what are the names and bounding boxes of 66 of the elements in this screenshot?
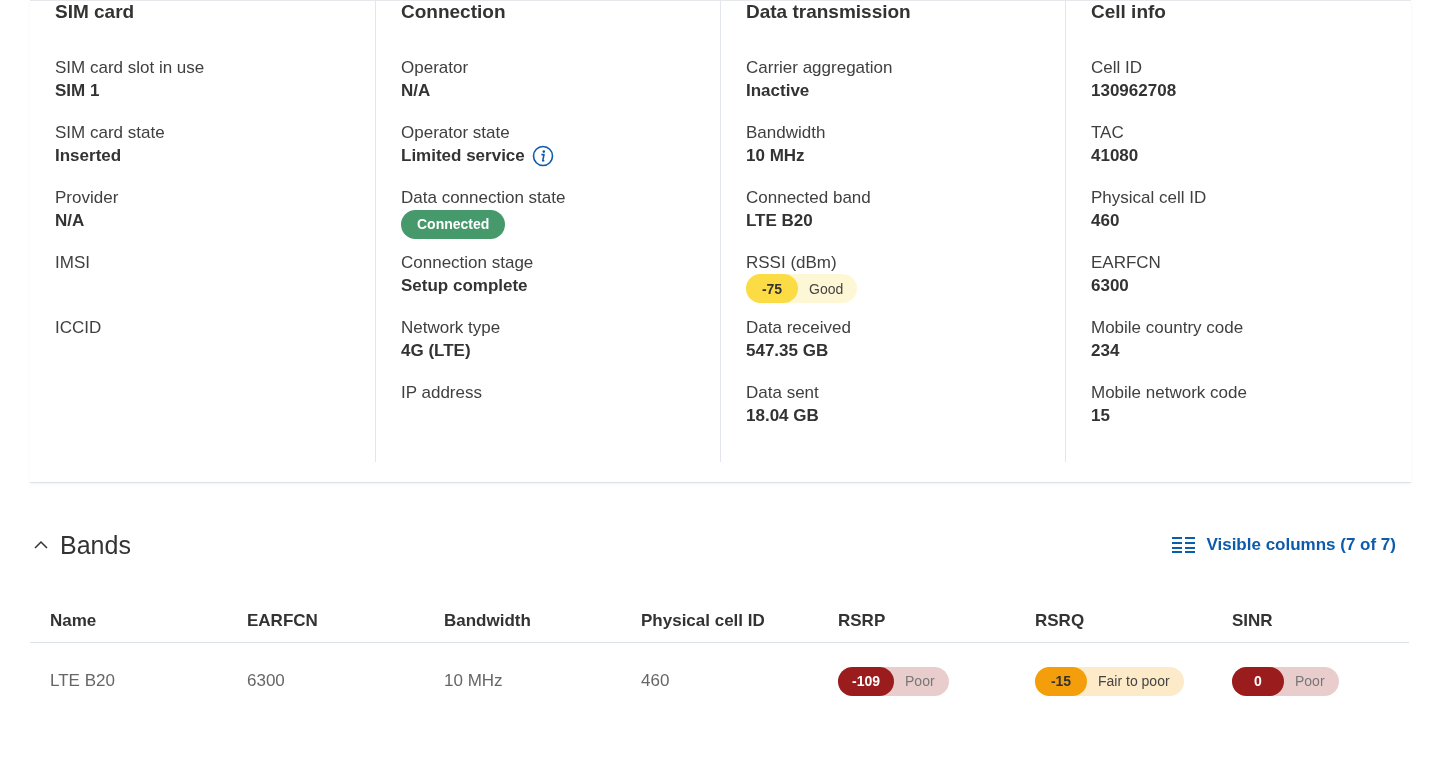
field-label: Operator	[401, 57, 469, 79]
field-label: Cell ID	[1091, 57, 1142, 79]
column-header: EARFCN	[247, 611, 318, 630]
field-value: 6300	[1091, 275, 1129, 297]
field-value: 15	[1091, 405, 1110, 427]
list-icon	[1172, 537, 1197, 553]
field-label: Connected band	[746, 187, 871, 209]
table-cell: 460	[641, 671, 670, 691]
field-value: Setup complete	[401, 275, 528, 297]
field-value: 41080	[1091, 145, 1139, 167]
field-value: 4G (LTE)	[401, 340, 471, 362]
field-label: Bandwidth	[746, 122, 826, 144]
field-label: TAC	[1091, 122, 1124, 144]
visible-columns-button[interactable]: Visible columns (7 of 7)	[1172, 535, 1396, 555]
field-label: Operator state	[401, 122, 510, 144]
field-label: EARFCN	[1091, 252, 1161, 274]
column-header: RSRP	[838, 611, 886, 630]
section-title: Data transmission	[746, 1, 912, 23]
signal-badge: -75 Good	[746, 274, 858, 303]
field-value: N/A	[55, 210, 85, 232]
field-value: SIM 1	[55, 80, 100, 102]
section-title: SIM card	[55, 1, 136, 23]
table-cell: 6300	[247, 671, 285, 691]
field-label: RSSI (dBm)	[746, 252, 837, 274]
field-value: 10 MHz	[746, 145, 805, 167]
field-label: IMSI	[55, 252, 90, 274]
field-label: Physical cell ID	[1091, 187, 1207, 209]
bands-toggle[interactable]: Bands	[30, 530, 131, 560]
info-icon[interactable]	[531, 145, 554, 167]
column-header: Physical cell ID	[641, 611, 765, 630]
field-label: Connection stage	[401, 252, 534, 274]
signal-badge: -15 Fair to poor	[1035, 666, 1184, 696]
field-label: Mobile country code	[1091, 317, 1244, 339]
table-cell: LTE B20	[50, 671, 115, 691]
chevron-icon	[34, 540, 48, 550]
column-header: SINR	[1232, 611, 1273, 630]
column-header: RSRQ	[1035, 611, 1085, 630]
section-title: Cell info	[1091, 1, 1167, 23]
field-value: LTE B20	[746, 210, 813, 232]
field-label: SIM card slot in use	[55, 57, 205, 79]
field-value: 460	[1091, 210, 1120, 232]
signal-badge: -109 Poor	[838, 666, 949, 696]
field-label: Mobile network code	[1091, 382, 1247, 404]
field-label: Data connection state	[401, 187, 566, 209]
field-label: Provider	[55, 187, 119, 209]
field-label: Data sent	[746, 382, 819, 404]
column-header: Bandwidth	[444, 611, 531, 630]
field-label: IP address	[401, 382, 482, 404]
field-value: Limited service	[401, 145, 525, 167]
field-value: 130962708	[1091, 80, 1177, 102]
field-value: 547.35 GB	[746, 340, 829, 362]
field-value: Inactive	[746, 80, 810, 102]
table-cell: 10 MHz	[444, 671, 503, 691]
status-badge: Connected	[401, 210, 506, 239]
field-label: Carrier aggregation	[746, 57, 893, 79]
field-value: 18.04 GB	[746, 405, 819, 427]
field-value: N/A	[401, 80, 431, 102]
field-label: ICCID	[55, 317, 102, 339]
field-value: 234	[1091, 340, 1120, 362]
field-value: Inserted	[55, 145, 122, 167]
field-label: Network type	[401, 317, 501, 339]
section-title: Connection	[401, 1, 507, 23]
field-label: SIM card state	[55, 122, 165, 144]
field-label: Data received	[746, 317, 851, 339]
signal-badge: 0 Poor	[1232, 666, 1339, 696]
column-header: Name	[50, 611, 97, 630]
